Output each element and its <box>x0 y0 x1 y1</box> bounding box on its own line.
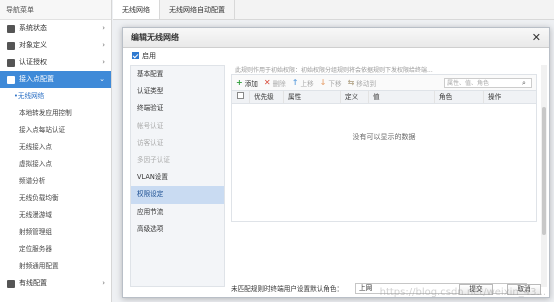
dialog-title-bar: 编辑无线网络 ✕ <box>123 28 549 48</box>
wired-icon <box>7 279 15 288</box>
nav-item-rf-group[interactable]: 射频管理组 <box>0 224 111 241</box>
empty-message: 没有可以显示的数据 <box>352 133 416 141</box>
enable-checkbox[interactable] <box>132 52 139 59</box>
nav-menu: 导航菜单 系统状态 › 对象定义 › 认证授权 › 接入点配置 ⌄ •无线网络 … <box>0 0 112 302</box>
watermark: https://blog.csdn.net/weixin_43... <box>379 287 546 298</box>
nav-group-label: 认证授权 <box>19 58 47 66</box>
nav-item-load-balance[interactable]: 无线负载均衡 <box>0 190 111 207</box>
side-item-account-auth: 帐号认证 <box>137 121 164 130</box>
side-item-app-throttle[interactable]: 应用节流 <box>131 204 224 221</box>
side-item-vlan[interactable]: VLAN设置 <box>131 169 224 186</box>
nav-title: 导航菜单 <box>0 0 111 20</box>
select-all-checkbox[interactable] <box>237 92 244 99</box>
tab-wireless-network[interactable]: 无线网络 <box>113 0 160 19</box>
arrow-down-icon: ↓ <box>319 78 327 87</box>
down-label: 下移 <box>328 79 342 88</box>
auth-icon <box>7 58 15 67</box>
move-up-button[interactable]: ↑ 上移 <box>292 78 314 88</box>
nav-item-rf-general[interactable]: 射频通用配置 <box>0 258 111 275</box>
nav-item-roaming[interactable]: 无线漫游域 <box>0 207 111 224</box>
move-label: 移动到 <box>356 79 377 88</box>
edit-wireless-dialog: 编辑无线网络 ✕ 启用 基本配置 认证类型 终端验证 帐号认证 访客认证 多因子… <box>122 27 550 298</box>
chevron-right-icon: › <box>102 24 105 32</box>
nav-item-location-server[interactable]: 定位服务器 <box>0 241 111 258</box>
search-icon[interactable]: ⌕ <box>522 79 526 88</box>
nav-item-local-forward[interactable]: 本地转发应用控制 <box>0 105 111 122</box>
nav-group-auth[interactable]: 认证授权 › <box>0 54 111 71</box>
delete-label: 删除 <box>272 79 286 88</box>
close-icon[interactable]: ✕ <box>532 28 541 48</box>
chevron-right-icon: › <box>102 279 105 287</box>
arrow-up-icon: ↑ <box>291 78 299 87</box>
col-value[interactable]: 值 <box>369 91 435 103</box>
tab-bar: 无线网络 无线网络自动配置 <box>113 0 554 20</box>
permission-content: 此规则作用于初始权限：初始权限分组规则将会依据规则下发权限给终端... + 添加 … <box>231 65 537 294</box>
chevron-right-icon: › <box>102 41 105 49</box>
nav-item-spectrum[interactable]: 频谱分析 <box>0 173 111 190</box>
nav-group-label: 系统状态 <box>19 24 47 32</box>
search-box: ⌕ <box>444 78 532 88</box>
move-icon: ⇆ <box>347 78 355 87</box>
nav-group-ap-config[interactable]: 接入点配置 ⌄ <box>0 71 111 88</box>
col-definition[interactable]: 定义 <box>341 91 369 103</box>
enable-row: 启用 <box>123 48 549 63</box>
side-item-basic[interactable]: 基本配置 <box>131 66 224 83</box>
add-button[interactable]: + 添加 <box>236 78 258 88</box>
system-status-icon <box>7 24 15 33</box>
objects-icon <box>7 41 15 50</box>
nav-group-label: 对象定义 <box>19 41 47 49</box>
col-actions: 操作 <box>488 93 502 101</box>
nav-group-label: 接入点配置 <box>19 75 54 83</box>
add-label: 添加 <box>244 79 258 88</box>
enable-label: 启用 <box>142 51 156 60</box>
nav-group-system-status[interactable]: 系统状态 › <box>0 20 111 37</box>
move-down-button[interactable]: ↓ 下移 <box>320 78 342 88</box>
chevron-down-icon: ⌄ <box>99 75 105 83</box>
ap-config-icon <box>7 75 15 84</box>
scrollbar-thumb[interactable] <box>542 107 546 235</box>
x-icon: ✕ <box>263 78 271 87</box>
side-item-auth-type[interactable]: 认证类型 <box>131 83 224 100</box>
dialog-side-menu: 基本配置 认证类型 终端验证 帐号认证 访客认证 多因子认证 VLAN设置 权限… <box>130 65 225 287</box>
nav-item-ap-station-auth[interactable]: 接入点每站认证 <box>0 122 111 139</box>
nav-item-wireless-ap[interactable]: 无线接入点 <box>0 139 111 156</box>
col-attribute[interactable]: 属性 <box>284 91 341 103</box>
nav-group-label: 有线配置 <box>19 279 47 287</box>
side-item-guest-auth: 访客认证 <box>137 138 164 147</box>
grid-header: 优先级 属性 定义 值 角色 操作 <box>232 91 536 104</box>
nav-item-virtual-ap[interactable]: 虚拟接入点 <box>0 156 111 173</box>
delete-button[interactable]: ✕ 删除 <box>264 78 286 88</box>
side-item-permissions[interactable]: 权限设定 <box>131 186 224 204</box>
hint-text: 此规则作用于初始权限：初始权限分组规则将会依据规则下发权限给终端... <box>235 67 433 74</box>
up-label: 上移 <box>300 79 314 88</box>
dialog-scrollbar[interactable] <box>541 65 547 287</box>
tab-wireless-auto-config[interactable]: 无线网络自动配置 <box>160 0 235 19</box>
rule-toolbar: +添加 ✕删除 ↑上移 ↓下移 ⇆移动到 ⌕ <box>231 74 537 90</box>
side-item-terminal-verify[interactable]: 终端验证 <box>131 100 224 117</box>
rules-grid: 优先级 属性 定义 值 角色 操作 没有可以显示的数据 <box>231 90 537 222</box>
col-role[interactable]: 角色 <box>435 91 484 103</box>
nav-group-wired[interactable]: 有线配置 › <box>0 275 111 292</box>
dialog-title: 编辑无线网络 <box>131 33 179 42</box>
nav-group-objects[interactable]: 对象定义 › <box>0 37 111 54</box>
nav-item-wireless-network[interactable]: •无线网络 <box>0 88 111 105</box>
move-to-button[interactable]: ⇆ 移动到 <box>348 78 376 88</box>
side-item-advanced[interactable]: 高级选项 <box>131 221 224 238</box>
select-all-cell <box>232 91 250 103</box>
chevron-right-icon: › <box>102 58 105 66</box>
col-priority[interactable]: 优先级 <box>250 91 284 103</box>
search-input[interactable] <box>445 79 521 87</box>
plus-icon: + <box>236 78 243 87</box>
side-item-mfa: 多因子认证 <box>137 155 170 164</box>
